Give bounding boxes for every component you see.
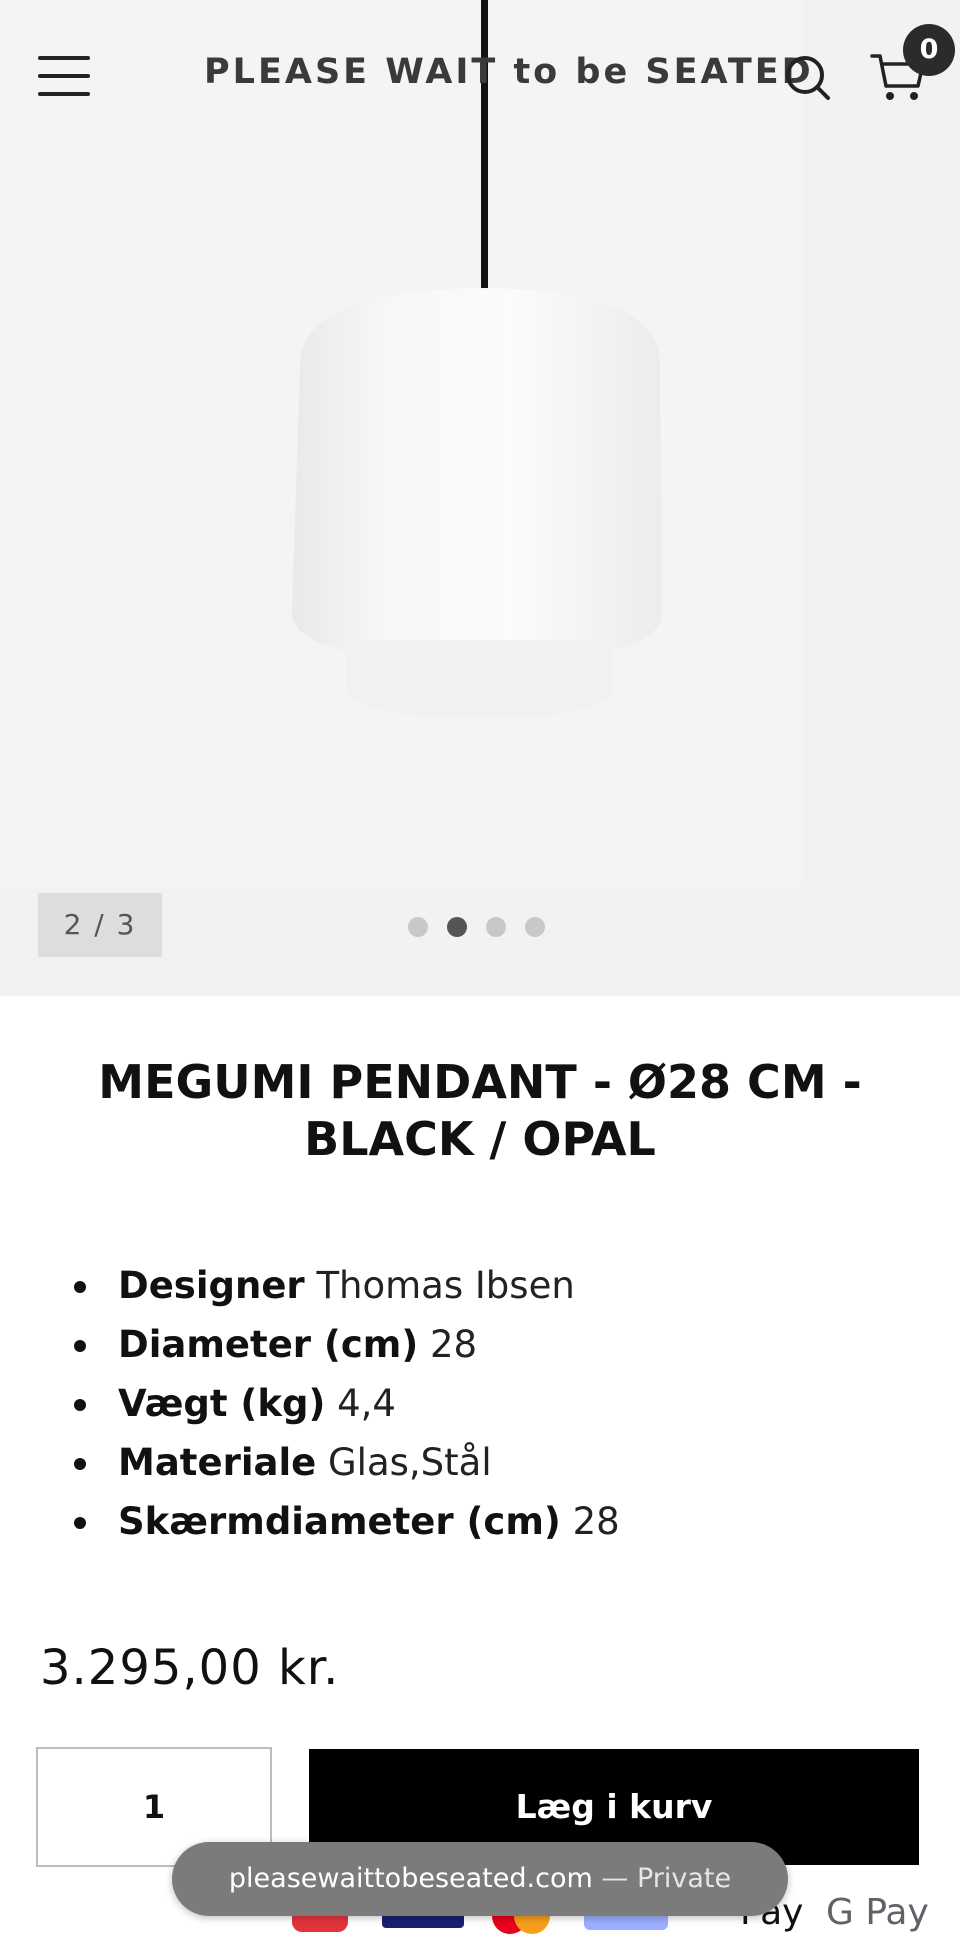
lamp-shade-upper	[292, 288, 662, 662]
gallery-counter: 2 / 3	[38, 893, 162, 957]
url-text: pleasewaittobeseated.com	[228, 1863, 593, 1894]
cart-count-badge[interactable]: 0	[903, 24, 955, 76]
spec-key: Vægt (kg)	[118, 1382, 326, 1425]
spec-key: Designer	[118, 1264, 305, 1307]
browsing-mode: Private	[636, 1863, 732, 1894]
browser-url-bar[interactable]: pleasewaittobeseated.com — Private	[172, 1842, 788, 1916]
spec-value: 28	[572, 1500, 620, 1543]
spec-key: Diameter (cm)	[118, 1323, 419, 1366]
site-header: PLEASE WAIT to be SEATED 0	[0, 0, 960, 160]
search-icon[interactable]	[784, 54, 832, 102]
spec-value: Thomas Ibsen	[316, 1264, 575, 1307]
gallery-dot[interactable]	[486, 917, 506, 937]
spec-key: Skærmdiameter (cm)	[118, 1500, 561, 1543]
spec-value: 4,4	[337, 1382, 396, 1425]
spec-item-weight: Vægt (kg) 4,4	[72, 1374, 912, 1433]
spec-value: 28	[430, 1323, 478, 1366]
product-title: MEGUMI PENDANT - Ø28 CM - BLACK / OPAL	[98, 1055, 862, 1166]
spec-value: Glas,Stål	[328, 1441, 492, 1484]
product-gallery[interactable]: PLEASE WAIT to be SEATED 0 2 / 3	[0, 0, 960, 996]
google-pay-label: G Pay	[826, 1892, 929, 1933]
spec-list: Designer Thomas Ibsen Diameter (cm) 28 V…	[72, 1256, 912, 1551]
brand-logo[interactable]: PLEASE WAIT to be SEATED	[204, 52, 811, 92]
menu-icon[interactable]	[38, 54, 92, 98]
gallery-dot[interactable]	[525, 917, 545, 937]
product-price: 3.295,00 kr.	[40, 1640, 340, 1696]
gallery-dots	[408, 917, 545, 937]
lamp-shade-lower	[346, 640, 612, 718]
spec-item-shade-diameter: Skærmdiameter (cm) 28	[72, 1492, 912, 1551]
gallery-dot-active[interactable]	[447, 917, 467, 937]
spec-item-designer: Designer Thomas Ibsen	[72, 1256, 912, 1315]
spec-key: Materiale	[118, 1441, 317, 1484]
url-separator: —	[601, 1863, 629, 1894]
spec-item-material: Materiale Glas,Stål	[72, 1433, 912, 1492]
gallery-dot[interactable]	[408, 917, 428, 937]
spec-item-diameter: Diameter (cm) 28	[72, 1315, 912, 1374]
